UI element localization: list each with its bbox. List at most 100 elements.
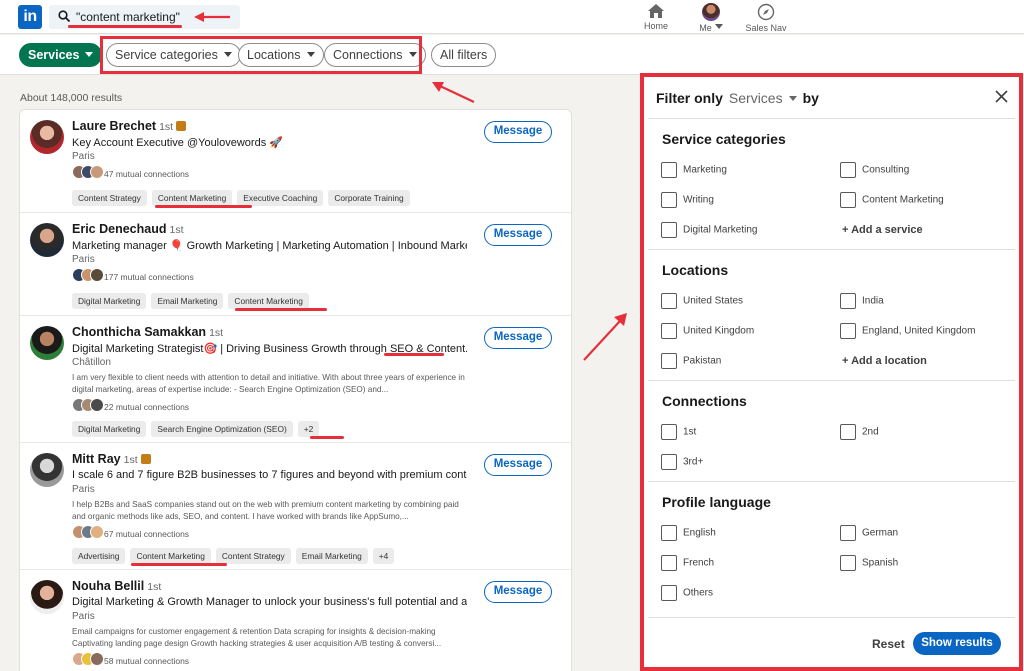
list-item[interactable]: Chonthicha Samakkan 1st Digital Marketing… [20,316,571,443]
mutual-faces-icon [72,525,104,544]
list-item[interactable]: Nouha Bellil 1st Digital Marketing & Grow… [20,570,571,671]
avatar[interactable] [30,453,64,487]
results-list: Laure Brechet 1st Key Account Executive @… [19,109,572,671]
service-chip: Content Marketing [228,293,309,309]
mutual-connections[interactable]: 67 mutual connections [72,525,189,541]
premium-badge-icon [140,454,151,464]
service-chip: Content Strategy [215,548,291,564]
list-item[interactable]: Laure Brechet 1st Key Account Executive @… [20,110,571,213]
message-button[interactable]: Message [484,327,552,349]
more-services-chip[interactable]: +2 [297,421,320,437]
service-chip: Digital Marketing [72,421,147,437]
message-button[interactable]: Message [484,121,552,143]
mutual-faces-icon [72,268,104,287]
service-chip: Content Strategy [72,190,147,206]
mutual-text: 47 mutual connections [104,168,190,179]
annotation-underline [384,353,444,356]
mutual-faces-icon [72,652,104,671]
service-chip: Content Marketing [151,190,233,206]
compass-icon [757,3,775,21]
home-icon [648,4,664,18]
mutual-text: 22 mutual connections [104,401,190,412]
top-nav: in "content marketing" Home Me Sales Nav [0,0,1024,34]
annotation-box-filters [100,36,422,74]
search-input[interactable]: "content marketing" [76,10,180,24]
mutual-connections[interactable]: 22 mutual connections [72,398,189,414]
mutual-text: 58 mutual connections [104,655,190,666]
result-name-text: Eric Denechaud [72,222,167,236]
result-location: Paris [72,484,95,495]
avatar[interactable] [30,580,64,614]
more-services-chip[interactable]: +4 [372,548,395,564]
message-button[interactable]: Message [484,454,552,476]
mutual-faces-icon [72,398,104,417]
services-label: Services [28,48,80,62]
service-chips: Content Strategy Content Marketing Executi… [72,188,415,206]
nav-me-label: Me [699,23,712,33]
mutual-connections[interactable]: 177 mutual connections [72,268,194,284]
service-chip: Advertising [72,548,126,564]
result-about: I am very flexible to client needs with … [72,373,465,394]
avatar [702,3,720,21]
service-chip: Search Engine Optimization (SEO) [151,421,293,437]
nav-sales-nav-label: Sales Nav [745,23,787,33]
message-button[interactable]: Message [484,581,552,603]
result-about: I help B2Bs and SaaS companies stand out… [72,500,459,521]
all-filters-label: All filters [440,48,488,62]
connection-degree: 1st [169,224,184,236]
mutual-text: 67 mutual connections [104,528,190,539]
mutual-connections[interactable]: 47 mutual connections [72,165,189,181]
avatar[interactable] [30,326,64,360]
result-name[interactable]: Mitt Ray 1st [72,452,151,466]
annotation-underline [131,563,227,566]
nav-home[interactable]: Home [626,3,686,31]
annotation-box-panel [640,73,1023,671]
result-name-text: Chonthicha Samakkan [72,325,207,339]
annotation-underline [310,436,344,439]
result-about: Email campaigns for customer engagement … [72,627,442,648]
result-location: Paris [72,151,95,162]
all-filters-button[interactable]: All filters [431,43,497,67]
service-chip: Content Marketing [130,548,211,564]
avatar[interactable] [30,120,64,154]
result-headline: Marketing manager 🎈 Growth Marketing | M… [72,240,467,252]
result-headline: Key Account Executive @Youlovewords 🚀 [72,137,283,149]
service-chip: Executive Coaching [237,190,324,206]
result-name[interactable]: Laure Brechet 1st [72,119,187,133]
service-chip: Email Marketing [295,548,368,564]
chevron-down-icon [714,24,723,29]
result-name[interactable]: Chonthicha Samakkan 1st [72,325,223,339]
nav-me[interactable]: Me [681,3,741,33]
result-name[interactable]: Nouha Bellil 1st [72,579,161,593]
annotation-underline [68,25,182,28]
connection-degree: 1st [147,581,162,593]
nav-home-label: Home [643,21,668,31]
results-count: About 148,000 results [20,92,123,104]
result-name[interactable]: Eric Denechaud 1st [72,222,184,236]
mutual-text: 177 mutual connections [104,271,194,282]
annotation-underline [235,308,327,311]
service-chip: Digital Marketing [72,293,147,309]
services-dropdown[interactable]: Services [19,43,103,67]
avatar[interactable] [30,223,64,257]
connection-degree: 1st [209,327,224,339]
service-chip: Corporate Training [328,190,410,206]
list-item[interactable]: Mitt Ray 1st I scale 6 and 7 figure B2B b… [20,443,571,570]
result-location: Châtillon [72,357,111,368]
result-location: Paris [72,611,95,622]
result-name-text: Nouha Bellil [72,579,145,593]
nav-sales-nav[interactable]: Sales Nav [736,3,796,33]
connection-degree: 1st [123,454,138,466]
premium-badge-icon [176,121,187,131]
annotation-arrow-panel [583,313,627,361]
result-location: Paris [72,254,95,265]
message-button[interactable]: Message [484,224,552,246]
list-item[interactable]: Eric Denechaud 1st Marketing manager 🎈 Gr… [20,213,571,316]
service-chip: Email Marketing [151,293,224,309]
service-chips: Digital Marketing Email Marketing Content … [72,291,314,309]
mutual-connections[interactable]: 58 mutual connections [72,652,189,668]
service-chips: Digital Marketing Search Engine Optimizat… [72,419,324,437]
linkedin-logo-icon[interactable]: in [18,5,42,29]
annotation-underline [155,205,252,208]
search-icon [58,10,71,23]
